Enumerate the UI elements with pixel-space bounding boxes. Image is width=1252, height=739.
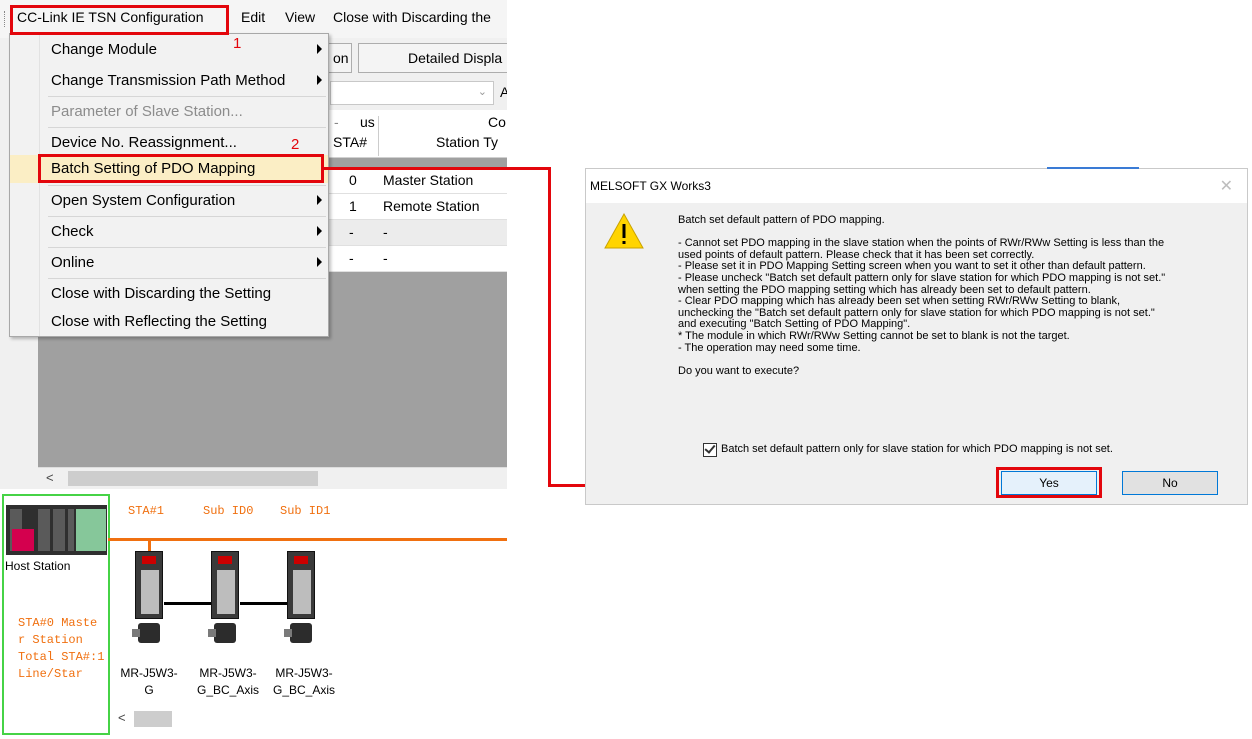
network-diagram: Host Station STA#0 Maste r Station Total… [0,489,507,739]
servo-motor [138,623,160,643]
axis-link-line [240,602,288,605]
checkmark-icon [704,442,716,454]
message-line: - The operation may need some time. [678,341,861,354]
diagram-horizontal-scrollbar[interactable]: < [112,708,507,730]
message-line: - Please uncheck "Batch set default patt… [678,271,1166,284]
annotation-step-1: 1 [233,35,242,52]
scroll-left-icon[interactable]: < [46,470,54,485]
network-line [108,538,507,541]
grid-header-station-type[interactable]: Station Ty [436,134,498,150]
network-drop-line [148,541,151,551]
submenu-arrow-icon [317,44,322,54]
grid-header-sta[interactable]: STA# [333,134,367,150]
annotation-box-yes [996,467,1102,498]
cell-sta: 0 [349,172,357,188]
submenu-arrow-icon [317,195,322,205]
submenu-arrow-icon [317,257,322,267]
host-info-line: r Station [18,633,83,647]
servo-amplifier-icon[interactable] [208,551,242,647]
close-icon[interactable]: ✕ [1220,176,1233,196]
host-info-line: STA#0 Maste [18,616,98,630]
message-line: Batch set default pattern of PDO mapping… [678,214,885,226]
device-label: MR-J5W3- G [120,666,178,697]
annotation-arrow-line [548,167,551,487]
menu-item-close-discarding[interactable]: Close with Discarding the Setting [10,279,328,309]
cell-station-type: - [383,224,388,240]
grid-header-co: Co [488,114,506,130]
chevron-down-icon: ⌄ [477,86,487,98]
submenu-arrow-icon [317,226,322,236]
menu-item-close-reflecting[interactable]: Close with Reflecting the Setting [10,307,328,337]
sub-id-label: Sub ID0 [203,504,254,518]
cell-sta: 1 [349,198,357,214]
grid-column-divider [378,116,379,156]
menu-item-change-module[interactable]: Change Module [10,35,328,65]
cell-station-type: - [383,250,388,266]
menu-edit[interactable]: Edit [241,9,265,25]
dialog-message: Batch set default pattern of PDO mapping… [678,214,1238,377]
configuration-dropdown-menu: Change Module Change Transmission Path M… [9,33,329,337]
message-line: Do you want to execute? [678,364,800,377]
axis-link-line [164,602,212,605]
host-info-box: STA#0 Maste r Station Total STA#:1 Line/… [2,494,110,735]
servo-motor [214,623,236,643]
cell-sta: - [349,224,354,240]
menu-close-with-discarding[interactable]: Close with Discarding the [333,9,507,25]
menu-item-open-system-configuration[interactable]: Open System Configuration [10,186,328,216]
dialog-titlebar: MELSOFT GX Works3 ✕ [586,169,1247,203]
menubar-grip [4,11,7,27]
menu-item-check[interactable]: Check [10,217,328,247]
annotation-box-menu [10,5,229,35]
grid-header-dash: - [334,114,339,130]
message-line [678,354,1238,366]
annotation-box-batch-setting [38,154,324,183]
servo-amplifier-icon[interactable] [132,551,166,647]
annotation-arrow-line [324,167,551,170]
annotation-step-2: 2 [291,136,300,153]
cell-station-type: Master Station [383,172,474,188]
sta-label: STA#1 [128,504,165,518]
servo-amplifier-icon[interactable] [284,551,318,647]
menu-item-online[interactable]: Online [10,248,328,278]
host-info-line: Total STA#:1 [18,650,105,664]
scrollbar-thumb[interactable] [68,471,318,486]
scrollbar-thumb[interactable] [134,711,172,727]
message-line: * The module in which RWr/RWw Setting ca… [678,329,1070,342]
menu-view[interactable]: View [285,9,315,25]
pdo-mapping-dialog: MELSOFT GX Works3 ✕ Batch set default pa… [585,167,1248,505]
cell-sta: - [349,250,354,266]
dialog-title: MELSOFT GX Works3 [590,179,711,193]
device-label: MR-J5W3- G_BC_Axis [196,666,260,697]
scroll-left-icon[interactable]: < [118,710,126,725]
filter-label: A [500,84,507,100]
menu-item-parameter-of-slave-station: Parameter of Slave Station... [51,103,243,120]
checkbox-label[interactable]: Batch set default pattern only for slave… [721,443,1113,455]
cell-station-type: Remote Station [383,198,480,214]
no-button[interactable]: No [1122,471,1218,495]
batch-default-checkbox[interactable] [703,442,717,457]
message-line: - Clear PDO mapping which has already be… [678,295,1121,308]
grid-horizontal-scrollbar[interactable]: < [38,467,507,489]
submenu-arrow-icon [317,75,322,85]
detailed-display-button[interactable]: Detailed Displa [358,43,507,73]
configuration-window: CC-Link IE TSN Configuration Edit View C… [0,0,507,739]
filter-combo[interactable]: ⌄ [330,81,494,105]
host-info-line: Line/Star [18,667,83,681]
grid-header-status: us [360,114,375,130]
menu-item-change-transmission-path[interactable]: Change Transmission Path Method [10,66,328,96]
device-label: MR-J5W3- G_BC_Axis [272,666,336,697]
servo-motor [290,623,312,643]
sub-id-label: Sub ID1 [280,504,331,518]
warning-icon [604,213,644,249]
